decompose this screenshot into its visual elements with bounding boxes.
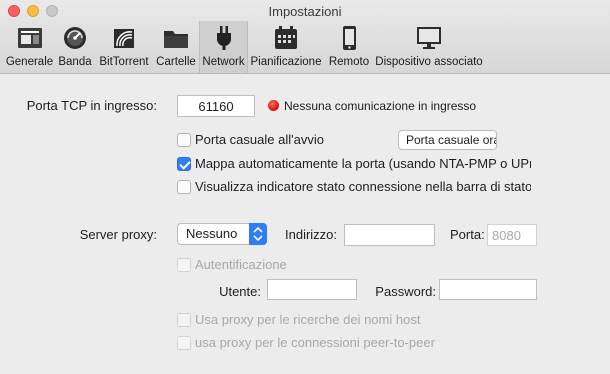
status-bar-label-clip: Visualizza indicatore stato connessione … xyxy=(195,179,531,194)
random-port-label: Porta casuale all'avvio xyxy=(195,132,324,147)
tab-pianificazione[interactable]: Pianificazione xyxy=(249,21,323,73)
speedometer-icon xyxy=(64,27,86,49)
incoming-status-text: Nessuna comunicazione in ingresso xyxy=(284,99,477,113)
random-port-checkbox[interactable] xyxy=(177,133,191,147)
username-label: Utente: xyxy=(219,284,261,299)
map-port-label-clip: Mappa automaticamente la porta (usando N… xyxy=(195,156,531,171)
password-label: Password: xyxy=(375,284,436,299)
username-field[interactable] xyxy=(267,279,357,300)
bittorrent-icon xyxy=(114,29,134,48)
proxy-server-label: Server proxy: xyxy=(79,227,157,242)
tab-cartelle-label: Cartelle xyxy=(156,56,196,68)
tab-bittorrent[interactable]: BitTorrent xyxy=(94,21,154,73)
incoming-port-field[interactable] xyxy=(177,95,255,117)
tab-generale-label: Generale xyxy=(5,56,54,68)
map-port-checkbox[interactable] xyxy=(177,157,191,171)
proxy-hostname-lookup-label: Usa proxy per le ricerche dei nomi host xyxy=(195,312,421,327)
proxy-server-value: Nessuno xyxy=(186,226,238,241)
proxy-port-label: Porta: xyxy=(450,227,485,242)
tab-banda[interactable]: Banda xyxy=(56,21,94,73)
tab-dispositivo-associato-label: Dispositivo associato xyxy=(375,56,483,68)
proxy-port-field[interactable] xyxy=(487,224,537,246)
proxy-address-label: Indirizzo: xyxy=(285,227,338,242)
chevron-up-down-icon xyxy=(249,223,267,245)
authentication-checkbox[interactable] xyxy=(177,258,191,272)
plug-icon xyxy=(216,26,231,50)
map-port-label: Mappa automaticamente la porta (usando N… xyxy=(195,156,531,171)
authentication-label: Autentificazione xyxy=(195,257,287,272)
incoming-port-label: Porta TCP in ingresso: xyxy=(26,98,157,113)
tab-dispositivo-associato[interactable]: Dispositivo associato xyxy=(374,21,484,73)
general-icon xyxy=(17,28,42,48)
tab-generale[interactable]: Generale xyxy=(3,21,56,73)
tab-pianificazione-label: Pianificazione xyxy=(250,56,322,68)
proxy-peer-connections-label: usa proxy per le connessioni peer-to-pee… xyxy=(195,335,435,350)
phone-icon xyxy=(343,26,356,50)
tab-bittorrent-label: BitTorrent xyxy=(99,56,149,68)
tab-network-label: Network xyxy=(202,56,245,68)
window-title: Impostazioni xyxy=(268,4,342,19)
calendar-icon xyxy=(275,26,297,49)
preferences-window: Impostazioni Generale Banda BitTorrent C… xyxy=(0,0,610,374)
tab-remoto-label: Remoto xyxy=(328,56,370,68)
folder-icon xyxy=(164,31,188,48)
status-bar-indicator-label: Visualizza indicatore stato connessione … xyxy=(195,179,531,194)
monitor-icon xyxy=(417,27,441,49)
title-bar: Impostazioni Generale Banda BitTorrent C… xyxy=(0,0,610,74)
proxy-address-field[interactable] xyxy=(344,224,435,246)
proxy-hostname-lookup-checkbox[interactable] xyxy=(177,313,191,327)
password-field[interactable] xyxy=(439,279,537,300)
proxy-peer-connections-checkbox[interactable] xyxy=(177,336,191,350)
tab-network[interactable]: Network xyxy=(199,21,248,73)
status-bar-indicator-checkbox[interactable] xyxy=(177,180,191,194)
tab-cartelle[interactable]: Cartelle xyxy=(154,21,198,73)
tab-remoto[interactable]: Remoto xyxy=(326,21,372,73)
status-led-icon xyxy=(268,100,279,111)
random-port-now-button[interactable]: Porta casuale ora xyxy=(398,130,497,150)
tab-banda-label: Banda xyxy=(58,56,92,68)
proxy-server-select[interactable]: Nessuno xyxy=(177,223,267,245)
